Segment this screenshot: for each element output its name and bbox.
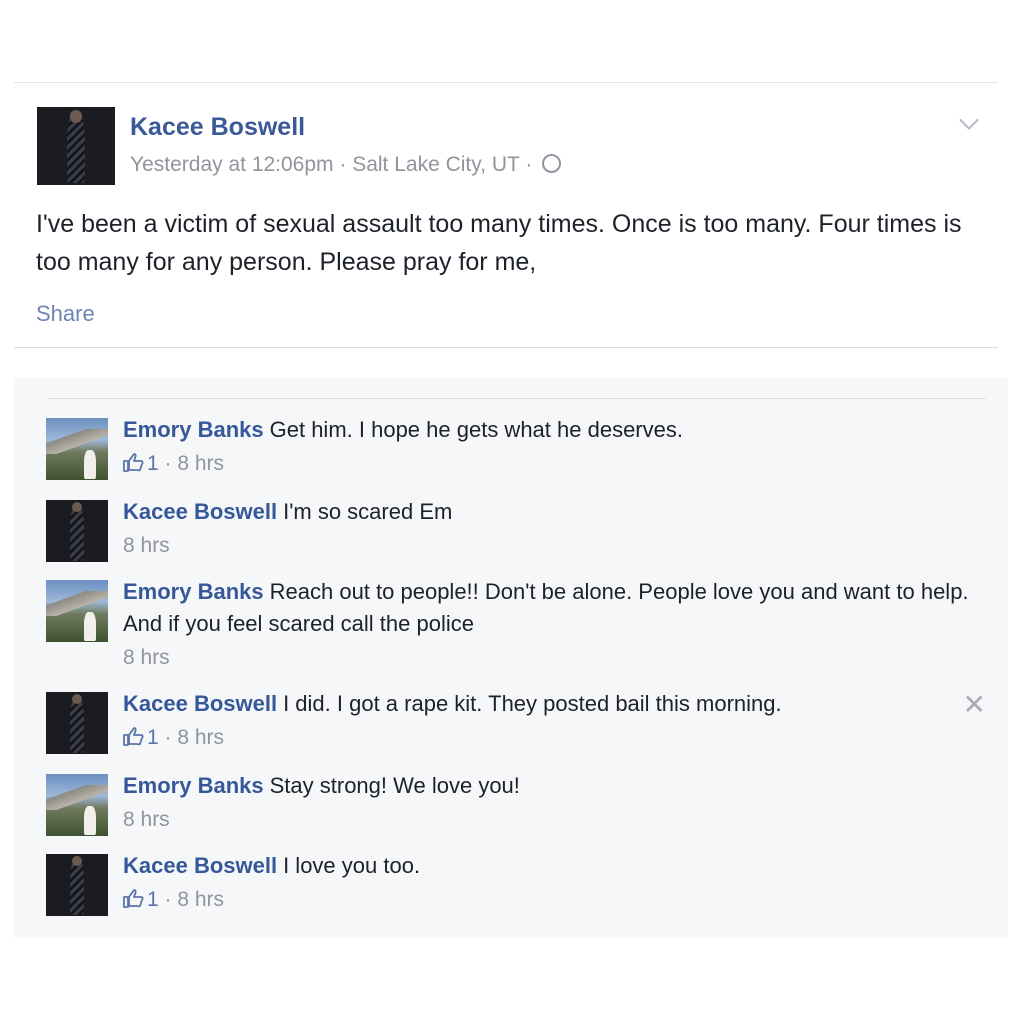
comment-meta: 1 · 8 hrs xyxy=(123,448,983,480)
comment-content: Emory Banks Stay strong! We love you! xyxy=(123,770,983,802)
comment-text: I love you too. xyxy=(283,853,421,878)
comment-author[interactable]: Kacee Boswell xyxy=(123,499,277,524)
thumbs-up-icon[interactable] xyxy=(123,452,145,473)
comment-time[interactable]: 8 hrs xyxy=(177,726,224,749)
comment-time[interactable]: 8 hrs xyxy=(177,452,224,475)
comment-text: Stay strong! We love you! xyxy=(269,773,520,798)
comment-time[interactable]: 8 hrs xyxy=(123,534,170,557)
comment-time[interactable]: 8 hrs xyxy=(123,808,170,831)
comment-content: Kacee Boswell I did. I got a rape kit. Th… xyxy=(123,688,983,720)
comment-author[interactable]: Kacee Boswell xyxy=(123,691,277,716)
meta-separator: · xyxy=(158,726,178,749)
post-author-name[interactable]: Kacee Boswell xyxy=(130,113,305,142)
comment-meta: 8 hrs xyxy=(123,642,983,674)
meta-separator: · xyxy=(519,153,539,176)
thumbs-up-icon[interactable] xyxy=(123,888,145,909)
chevron-down-icon[interactable] xyxy=(959,110,979,130)
comment-time[interactable]: 8 hrs xyxy=(177,888,224,911)
meta-separator: · xyxy=(158,452,178,475)
comment-content: Kacee Boswell I love you too. xyxy=(123,850,983,882)
comment-text: I'm so scared Em xyxy=(283,499,453,524)
like-count[interactable]: 1 xyxy=(147,452,159,475)
comment-author[interactable]: Emory Banks xyxy=(123,579,264,604)
comment-text: Get him. I hope he gets what he deserves… xyxy=(269,417,683,442)
commenter-avatar[interactable] xyxy=(46,580,108,642)
thumbs-up-icon[interactable] xyxy=(123,726,145,747)
share-button[interactable]: Share xyxy=(36,301,95,327)
commenter-avatar[interactable] xyxy=(46,500,108,562)
comments-divider xyxy=(48,398,986,399)
comment-content: Kacee Boswell I'm so scared Em xyxy=(123,496,983,528)
comment-meta: 1 · 8 hrs xyxy=(123,884,983,916)
comment-author[interactable]: Emory Banks xyxy=(123,773,264,798)
post-text: I've been a victim of sexual assault too… xyxy=(36,210,962,276)
meta-separator: · xyxy=(158,888,178,911)
meta-separator: · xyxy=(333,153,353,176)
comment-content: Emory Banks Get him. I hope he gets what … xyxy=(123,414,983,446)
comment-content: Emory Banks Reach out to people!! Don't b… xyxy=(123,576,983,640)
post-author-avatar[interactable] xyxy=(37,107,115,185)
like-count[interactable]: 1 xyxy=(147,888,159,911)
commenter-avatar[interactable] xyxy=(46,418,108,480)
post-meta: Yesterday at 12:06pm · Salt Lake City, U… xyxy=(130,153,562,177)
comment-time[interactable]: 8 hrs xyxy=(123,646,170,669)
like-count[interactable]: 1 xyxy=(147,726,159,749)
commenter-avatar[interactable] xyxy=(46,854,108,916)
commenter-avatar[interactable] xyxy=(46,774,108,836)
comment-author[interactable]: Kacee Boswell xyxy=(123,853,277,878)
globe-icon[interactable] xyxy=(542,153,562,173)
comment-meta: 8 hrs xyxy=(123,804,983,836)
post-card: Kacee Boswell Yesterday at 12:06pm · Sal… xyxy=(14,82,998,348)
post-location[interactable]: Salt Lake City, UT xyxy=(352,153,519,176)
commenter-avatar[interactable] xyxy=(46,692,108,754)
comment-author[interactable]: Emory Banks xyxy=(123,417,264,442)
comment-meta: 8 hrs xyxy=(123,530,983,562)
comment-text: I did. I got a rape kit. They posted bai… xyxy=(283,691,782,716)
post-timestamp[interactable]: Yesterday at 12:06pm xyxy=(130,153,334,176)
comment-meta: 1 · 8 hrs xyxy=(123,722,983,754)
comments-section: Emory Banks Get him. I hope he gets what … xyxy=(14,378,1008,938)
close-icon[interactable]: ✕ xyxy=(963,688,986,721)
